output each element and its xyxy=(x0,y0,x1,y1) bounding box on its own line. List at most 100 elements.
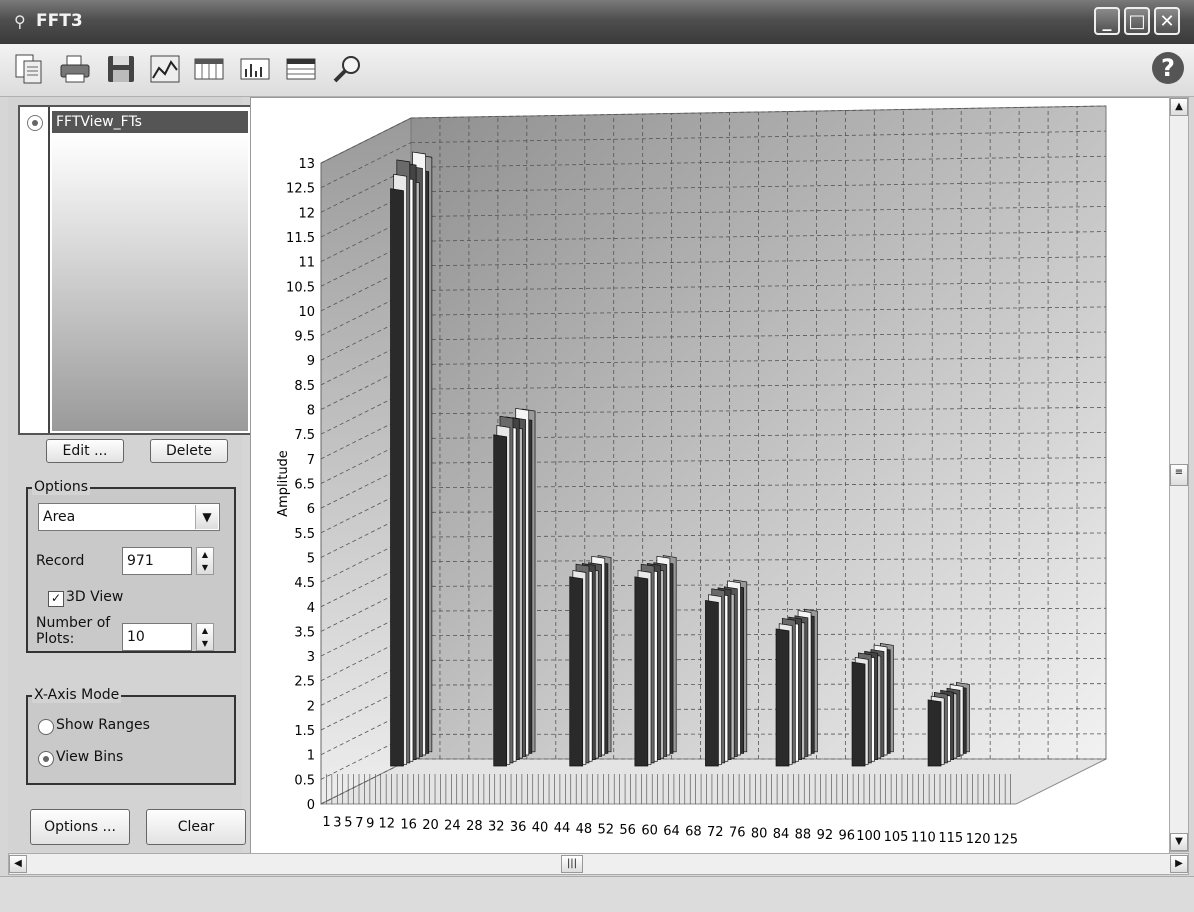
list-item[interactable]: FFTView_FTs xyxy=(52,111,248,133)
horizontal-scroll-thumb[interactable]: ||| xyxy=(561,855,583,873)
app-icon: ⚲ xyxy=(14,12,26,31)
y-axis-label: Amplitude xyxy=(276,450,291,517)
y-tick-label: 9 xyxy=(307,354,315,369)
clear-button[interactable]: Clear xyxy=(146,809,246,845)
title-bar[interactable]: ⚲ FFT3 _ □ ✕ xyxy=(0,0,1194,44)
scroll-up-icon[interactable]: ▲ xyxy=(1170,98,1188,116)
spectrum-icon[interactable] xyxy=(238,52,272,86)
show-ranges-radio[interactable] xyxy=(38,719,54,735)
app-window: ⚲ FFT3 _ □ ✕ xyxy=(0,0,1194,911)
x-tick-label: 115 xyxy=(938,831,963,846)
num-plots-label: Number of xyxy=(36,615,110,631)
vertical-scroll-thumb[interactable]: ≡ xyxy=(1170,464,1188,486)
view3d-checkbox[interactable]: ✓ xyxy=(48,591,64,607)
y-tick-label: 8 xyxy=(307,404,315,419)
plot-select-radio[interactable] xyxy=(27,115,43,131)
y-tick-label: 3 xyxy=(307,650,315,665)
num-plots-label-2: Plots: xyxy=(36,631,74,647)
toolbar: ? xyxy=(0,44,1194,97)
x-tick-label: 52 xyxy=(598,822,615,837)
left-panel: FFTView_FTs Edit ... Delete Options Area… xyxy=(8,97,242,852)
x-tick-label: 80 xyxy=(751,826,768,841)
y-tick-label: 8.5 xyxy=(294,379,315,394)
zoom-icon[interactable] xyxy=(330,52,364,86)
chart-icon[interactable] xyxy=(148,52,182,86)
horizontal-scrollbar[interactable]: ◀ ||| ▶ xyxy=(8,853,1189,875)
y-tick-label: 13 xyxy=(298,157,315,172)
spectrum-peak xyxy=(570,577,583,766)
minimize-button[interactable]: _ xyxy=(1094,7,1120,35)
vertical-scrollbar[interactable]: ▲ ≡ ▼ xyxy=(1169,97,1189,852)
print-icon[interactable] xyxy=(58,52,92,86)
xaxis-mode-legend: X-Axis Mode xyxy=(32,687,121,703)
y-tick-label: 2.5 xyxy=(294,675,315,690)
spectrum-peak xyxy=(852,662,865,766)
table-icon[interactable] xyxy=(192,52,226,86)
y-tick-label: 5 xyxy=(307,551,315,566)
x-tick-label: 84 xyxy=(773,827,790,842)
x-tick-label: 100 xyxy=(856,829,881,844)
x-tick-label: 1 xyxy=(322,815,330,830)
x-tick-label: 24 xyxy=(444,818,461,833)
plots-listbox[interactable]: FFTView_FTs xyxy=(18,105,252,435)
spectrum-peak xyxy=(776,629,789,766)
options-button[interactable]: Options ... xyxy=(30,809,130,845)
x-tick-label: 56 xyxy=(619,823,636,838)
y-tick-label: 1.5 xyxy=(294,724,315,739)
y-tick-label: 0.5 xyxy=(294,773,315,788)
list-empty-area xyxy=(52,135,248,431)
y-tick-label: 6.5 xyxy=(294,478,315,493)
x-tick-label: 12 xyxy=(378,817,395,832)
show-ranges-label: Show Ranges xyxy=(56,717,150,733)
x-tick-label: 60 xyxy=(641,823,658,838)
options-group: Options Area ▼ Record 971 ▲▼ ✓ 3D View N… xyxy=(26,487,236,653)
y-tick-label: 11.5 xyxy=(286,231,315,246)
delete-button[interactable]: Delete xyxy=(150,439,228,463)
y-tick-label: 10 xyxy=(298,305,315,320)
y-tick-label: 2 xyxy=(307,699,315,714)
help-icon[interactable]: ? xyxy=(1152,52,1184,84)
chevron-down-icon[interactable]: ▼ xyxy=(195,505,218,529)
x-tick-label: 68 xyxy=(685,825,702,840)
y-tick-label: 1 xyxy=(307,749,315,764)
num-plots-spinner[interactable]: ▲▼ xyxy=(196,623,214,651)
x-tick-label: 110 xyxy=(911,830,936,845)
copy-icon[interactable] xyxy=(12,52,46,86)
x-tick-label: 48 xyxy=(576,822,593,837)
x-tick-label: 20 xyxy=(422,818,439,833)
status-bar xyxy=(0,876,1194,912)
spectrum-peak xyxy=(635,577,648,766)
save-icon[interactable] xyxy=(104,52,138,86)
y-tick-label: 5.5 xyxy=(294,527,315,542)
spectrum-peak xyxy=(705,600,718,766)
x-tick-label: 7 xyxy=(355,816,363,831)
y-tick-label: 10.5 xyxy=(286,280,315,295)
list-gutter xyxy=(20,107,50,433)
x-tick-label: 76 xyxy=(729,826,746,841)
x-tick-label: 64 xyxy=(663,824,680,839)
maximize-button[interactable]: □ xyxy=(1124,7,1150,35)
y-tick-label: 12.5 xyxy=(286,182,315,197)
view-bins-label: View Bins xyxy=(56,749,123,765)
x-tick-label: 125 xyxy=(993,833,1018,848)
grid-icon[interactable] xyxy=(284,52,318,86)
num-plots-input[interactable]: 10 xyxy=(122,623,192,651)
y-tick-label: 3.5 xyxy=(294,625,315,640)
x-tick-label: 72 xyxy=(707,825,724,840)
scroll-left-icon[interactable]: ◀ xyxy=(9,855,27,873)
scroll-right-icon[interactable]: ▶ xyxy=(1170,855,1188,873)
close-button[interactable]: ✕ xyxy=(1154,7,1180,35)
fft-3d-chart[interactable]: 00.511.522.533.544.555.566.577.588.599.5… xyxy=(251,98,1169,853)
chart-area[interactable]: 00.511.522.533.544.555.566.577.588.599.5… xyxy=(250,97,1170,854)
plot-type-select[interactable]: Area ▼ xyxy=(38,503,220,531)
record-spinner[interactable]: ▲▼ xyxy=(196,547,214,575)
x-tick-label: 36 xyxy=(510,820,527,835)
edit-button[interactable]: Edit ... xyxy=(46,439,124,463)
view-bins-radio[interactable] xyxy=(38,751,54,767)
x-tick-label: 3 xyxy=(333,815,341,830)
scroll-down-icon[interactable]: ▼ xyxy=(1170,833,1188,851)
x-tick-label: 44 xyxy=(554,821,571,836)
x-tick-label: 92 xyxy=(817,828,834,843)
x-tick-label: 16 xyxy=(400,817,417,832)
record-input[interactable]: 971 xyxy=(122,547,192,575)
